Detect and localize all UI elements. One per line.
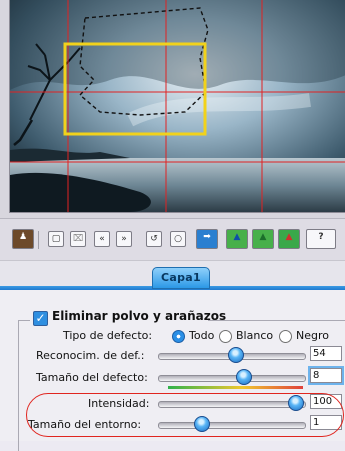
- radio-negro[interactable]: [279, 330, 292, 343]
- mountain-red-icon[interactable]: ▲: [278, 229, 300, 249]
- slider-label-recognition: Reconocim. de def.:: [36, 349, 145, 362]
- highlight-annotation: [26, 393, 344, 437]
- toolbar: ♟ ▢ ⌧ « » ↺ ○ ➡ ▲ ▲ ▲ ?: [0, 218, 345, 261]
- undo-icon[interactable]: ↺: [146, 231, 162, 247]
- new-document-icon[interactable]: ▢: [48, 231, 64, 247]
- mountain-green-icon[interactable]: ▲: [226, 229, 248, 249]
- defect-size-gradient: [168, 386, 303, 389]
- value-field-defect-size[interactable]: 8: [310, 368, 342, 383]
- slider-track-defect-size[interactable]: [158, 375, 306, 382]
- help-icon[interactable]: ?: [306, 229, 336, 249]
- radio-negro-label: Negro: [296, 329, 329, 342]
- toolbar-divider: [38, 231, 39, 249]
- value-field-recognition[interactable]: 54: [310, 346, 342, 361]
- fast-forward-icon[interactable]: »: [116, 231, 132, 247]
- radio-blanco-label: Blanco: [236, 329, 274, 342]
- preview-image: [10, 0, 345, 212]
- preset-portrait-icon[interactable]: ♟: [12, 229, 34, 249]
- trash-icon[interactable]: ⌧: [70, 231, 86, 247]
- slider-thumb-defect-size[interactable]: [236, 369, 252, 385]
- radio-todo-label: Todo: [189, 329, 215, 342]
- dust-filter-checkbox[interactable]: ✓: [33, 311, 48, 326]
- tab-layer[interactable]: Capa1: [152, 267, 210, 289]
- defect-type-label: Tipo de defecto:: [63, 329, 153, 342]
- image-preview[interactable]: [9, 0, 345, 213]
- radio-blanco[interactable]: [219, 330, 232, 343]
- arrow-right-icon[interactable]: ➡: [196, 229, 218, 249]
- slider-label-defect-size: Tamaño del defecto:: [36, 371, 148, 384]
- lasso-icon[interactable]: ○: [170, 231, 186, 247]
- radio-todo[interactable]: [172, 330, 185, 343]
- rewind-icon[interactable]: «: [94, 231, 110, 247]
- mountain-green-2-icon[interactable]: ▲: [252, 229, 274, 249]
- dust-filter-label: Eliminar polvo y arañazos: [52, 309, 227, 323]
